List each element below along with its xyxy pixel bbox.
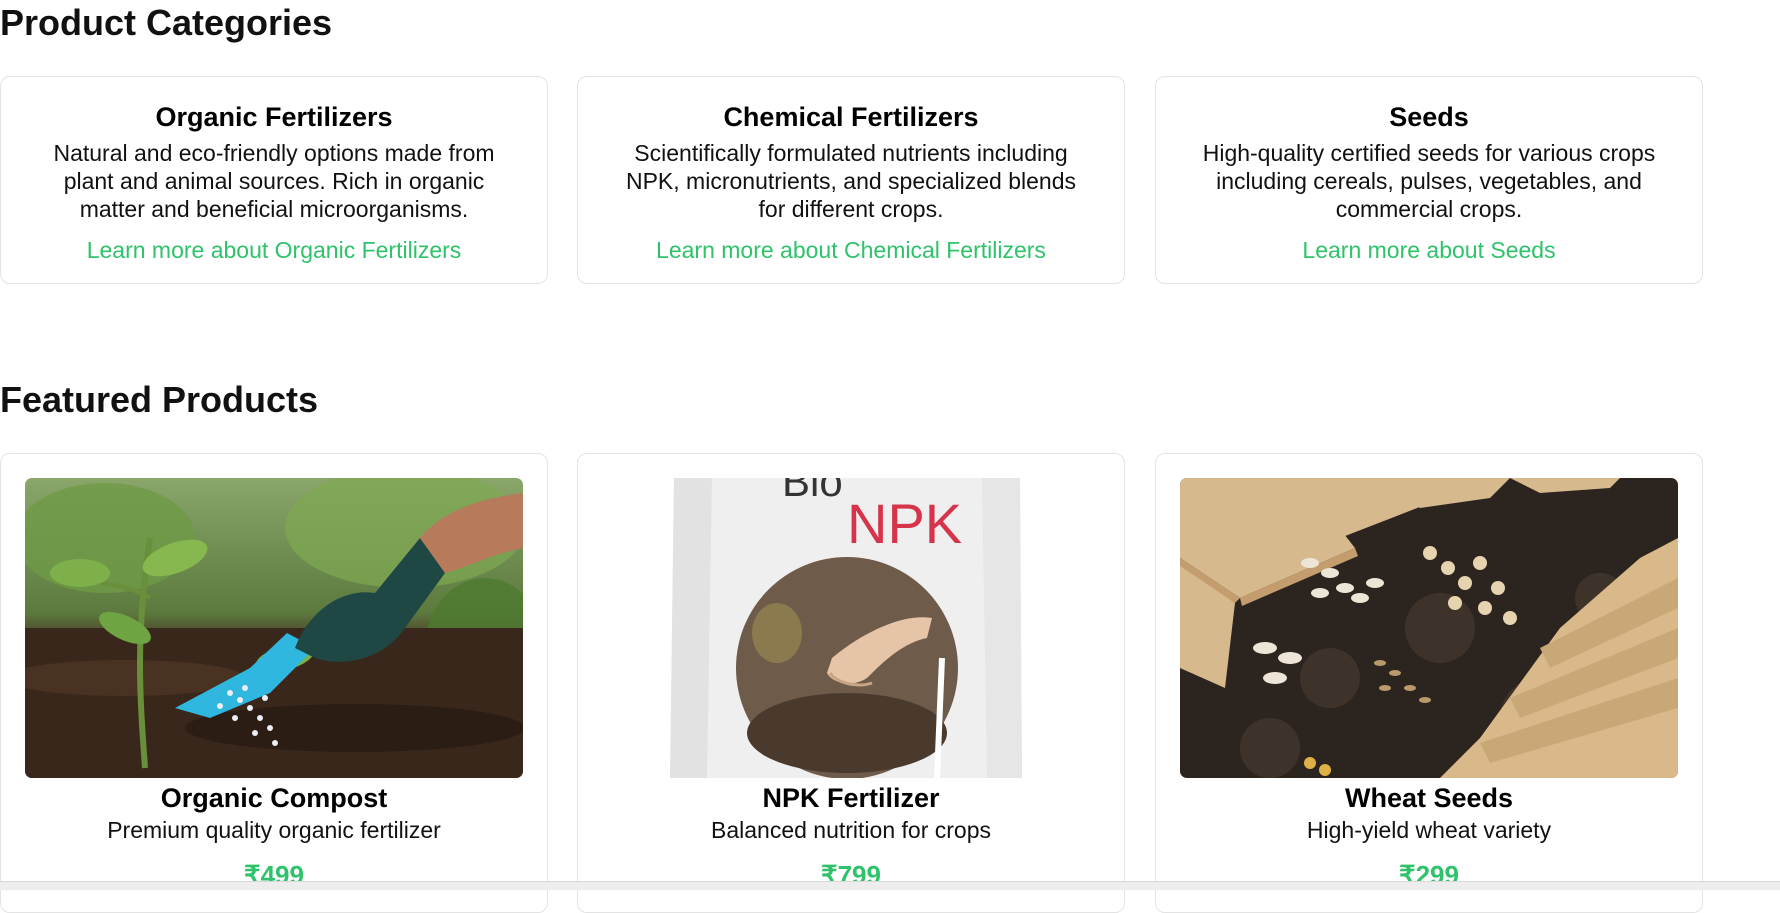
npk-bag-text-main: NPK [847,492,962,555]
category-card-chemical: Chemical Fertilizers Scientifically form… [577,76,1125,284]
category-title: Organic Fertilizers [155,102,393,132]
product-description: Balanced nutrition for crops [711,817,991,843]
seed-packets-soil-image[interactable] [1180,478,1678,778]
learn-more-organic-link[interactable]: Learn more about Organic Fertilizers [87,236,462,264]
category-card-organic: Organic Fertilizers Natural and eco-frie… [0,76,548,284]
gardening-hand-trowel-image[interactable] [25,478,523,778]
fertilizer-bag-image[interactable]: Bio NPK [602,478,1100,778]
product-name: NPK Fertilizer [762,783,940,813]
npk-bag-text-top: Bio [782,478,843,505]
product-card-wheat-seeds[interactable]: Wheat Seeds High-yield wheat variety ₹29… [1155,453,1703,913]
product-card-organic-compost[interactable]: Organic Compost Premium quality organic … [0,453,548,913]
product-name: Organic Compost [160,783,388,813]
category-description: Scientifically formulated nutrients incl… [625,140,1076,222]
product-card-npk-fertilizer[interactable]: Bio NPK NPK Fertilizer Balanced nutritio… [577,453,1125,913]
category-title: Seeds [1389,102,1469,132]
categories-heading: Product Categories [0,2,333,43]
category-description: High-quality certified seeds for various… [1202,140,1656,222]
learn-more-chemical-link[interactable]: Learn more about Chemical Fertilizers [656,236,1046,264]
product-description: Premium quality organic fertilizer [107,817,441,843]
product-description: High-yield wheat variety [1306,817,1552,843]
category-card-seeds: Seeds High-quality certified seeds for v… [1155,76,1703,284]
product-name: Wheat Seeds [1344,783,1514,813]
learn-more-seeds-link[interactable]: Learn more about Seeds [1302,236,1555,264]
category-description: Natural and eco-friendly options made fr… [53,140,495,222]
category-title: Chemical Fertilizers [723,102,979,132]
featured-heading: Featured Products [0,379,319,420]
